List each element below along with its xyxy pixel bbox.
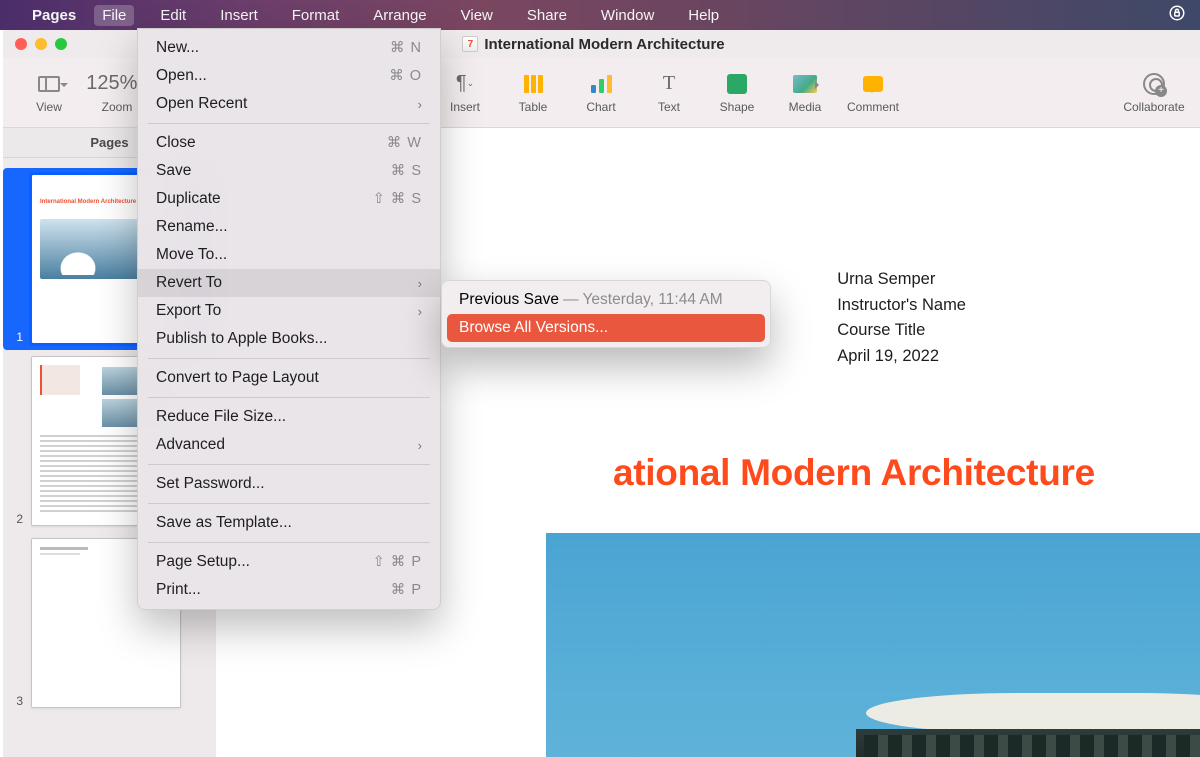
app-name[interactable]: Pages <box>32 7 76 24</box>
table-icon <box>524 75 543 93</box>
menu-share[interactable]: Share <box>519 5 575 26</box>
media-button[interactable]: Media <box>771 72 839 114</box>
menu-arrange[interactable]: Arrange <box>365 5 434 26</box>
chevron-right-icon: › <box>418 276 422 291</box>
file-menu-rename[interactable]: Rename... <box>138 213 440 241</box>
course-title: Course Title <box>837 318 966 344</box>
file-menu-open[interactable]: Open...⌘ O <box>138 62 440 90</box>
file-menu-set-password[interactable]: Set Password... <box>138 470 440 498</box>
file-menu-open-recent[interactable]: Open Recent› <box>138 90 440 118</box>
text-icon: T <box>663 72 675 96</box>
chevron-right-icon: › <box>418 97 422 112</box>
file-menu-page-setup[interactable]: Page Setup...⇧ ⌘ P <box>138 548 440 576</box>
close-window-button[interactable] <box>15 38 27 50</box>
menu-separator <box>148 123 430 124</box>
minimize-window-button[interactable] <box>35 38 47 50</box>
browse-all-versions-item[interactable]: Browse All Versions... <box>447 314 765 342</box>
instructor-name: Instructor's Name <box>837 293 966 319</box>
menu-edit[interactable]: Edit <box>152 5 194 26</box>
file-menu-publish-to-apple-books[interactable]: Publish to Apple Books... <box>138 325 440 353</box>
view-button[interactable]: View <box>15 72 83 114</box>
file-menu-close[interactable]: Close⌘ W <box>138 129 440 157</box>
text-button[interactable]: T Text <box>635 72 703 114</box>
document-icon: 7 <box>462 36 478 52</box>
file-menu-export-to[interactable]: Export To› <box>138 297 440 325</box>
document-metadata-block: Urna Semper Instructor's Name Course Tit… <box>837 267 966 369</box>
file-menu-advanced[interactable]: Advanced› <box>138 431 440 459</box>
lock-icon[interactable] <box>1168 4 1186 26</box>
menu-file[interactable]: File <box>94 5 134 26</box>
shape-button[interactable]: Shape <box>703 72 771 114</box>
comment-icon <box>863 76 883 92</box>
file-menu-save[interactable]: Save⌘ S <box>138 157 440 185</box>
menu-help[interactable]: Help <box>680 5 727 26</box>
chart-icon <box>591 75 612 93</box>
shape-icon <box>727 74 747 94</box>
menu-separator <box>148 397 430 398</box>
menu-view[interactable]: View <box>453 5 501 26</box>
menu-separator <box>148 464 430 465</box>
chart-button[interactable]: Chart <box>567 72 635 114</box>
menu-separator <box>148 358 430 359</box>
file-menu-dropdown: New...⌘ NOpen...⌘ OOpen Recent›Close⌘ WS… <box>137 28 441 610</box>
file-menu-new[interactable]: New...⌘ N <box>138 34 440 62</box>
menu-separator <box>148 542 430 543</box>
menu-insert[interactable]: Insert <box>212 5 266 26</box>
file-menu-duplicate[interactable]: Duplicate⇧ ⌘ S <box>138 185 440 213</box>
previous-save-item[interactable]: Previous Save — Yesterday, 11:44 AM <box>447 286 765 314</box>
window-title: International Modern Architecture <box>484 36 724 53</box>
hero-image <box>546 533 1200 757</box>
media-icon <box>793 75 817 93</box>
chevron-right-icon: › <box>418 304 422 319</box>
menu-separator <box>148 503 430 504</box>
traffic-lights <box>15 38 67 50</box>
collaborate-icon <box>1143 73 1165 95</box>
student-name: Urna Semper <box>837 267 966 293</box>
file-menu-reduce-file-size[interactable]: Reduce File Size... <box>138 403 440 431</box>
file-menu-revert-to[interactable]: Revert To› <box>138 269 440 297</box>
collaborate-button[interactable]: Collaborate <box>1120 72 1188 114</box>
zoom-window-button[interactable] <box>55 38 67 50</box>
chevron-right-icon: › <box>418 438 422 453</box>
table-button[interactable]: Table <box>499 72 567 114</box>
document-date: April 19, 2022 <box>837 344 966 370</box>
menu-format[interactable]: Format <box>284 5 348 26</box>
file-menu-print[interactable]: Print...⌘ P <box>138 576 440 604</box>
sidebar-icon <box>38 76 60 92</box>
comment-button[interactable]: Comment <box>839 72 907 114</box>
revert-to-submenu: Previous Save — Yesterday, 11:44 AM Brow… <box>441 280 771 348</box>
file-menu-save-as-template[interactable]: Save as Template... <box>138 509 440 537</box>
insert-button[interactable]: ¶ ⌄ Insert <box>431 72 499 114</box>
pilcrow-icon: ¶ ⌄ <box>456 72 474 96</box>
system-menubar: Pages File Edit Insert Format Arrange View Sha… <box>0 0 1200 30</box>
menu-window[interactable]: Window <box>593 5 662 26</box>
file-menu-move-to[interactable]: Move To... <box>138 241 440 269</box>
document-title: ational Modern Architecture <box>613 452 1095 494</box>
file-menu-convert-to-page-layout[interactable]: Convert to Page Layout <box>138 364 440 392</box>
